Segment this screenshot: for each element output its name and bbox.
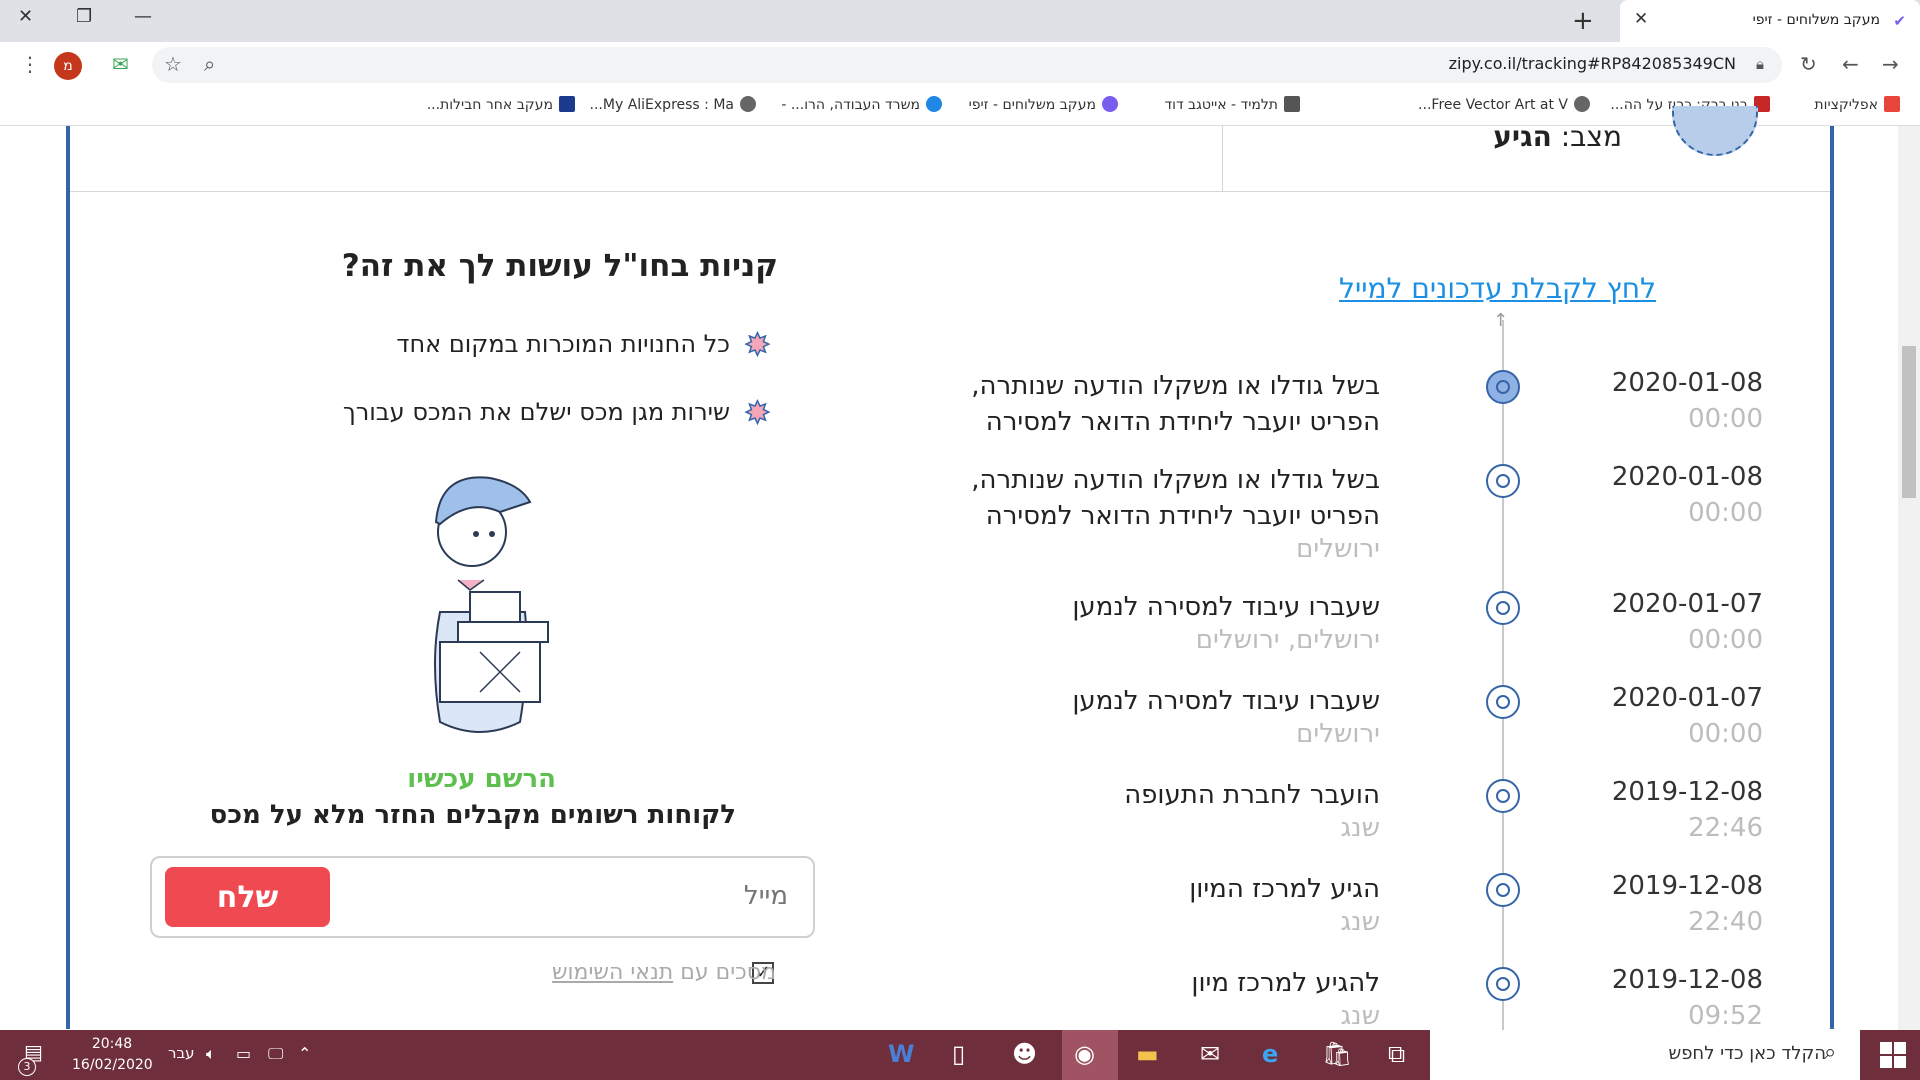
bookmark-item[interactable]: Free Vector Art at V... (1418, 96, 1590, 113)
register-now-title[interactable]: הרשם עכשיו (407, 764, 556, 794)
zoom-icon[interactable]: ⌕ (204, 52, 215, 76)
scrollbar-thumb[interactable] (1902, 346, 1916, 498)
event-time: 22:46 (1688, 813, 1763, 843)
event-location: ירושלים, ירושלים (1195, 625, 1380, 655)
tab-active[interactable]: ✔ מעקב משלוחים - זיפי ✕ (1620, 0, 1920, 42)
event-date: 2019-12-08 (1611, 965, 1763, 995)
terms-link[interactable]: תנאי השימוש (552, 960, 673, 985)
promo-item: ✸ שירות מגן מכס ישלם את המכס עבורך (342, 395, 771, 432)
file-explorer-icon[interactable]: ▬ (1136, 1040, 1159, 1068)
store-icon[interactable]: 🛍︎ (1322, 1040, 1352, 1068)
restore-window-icon[interactable]: ❐ (76, 6, 92, 27)
avatar[interactable]: מ (54, 52, 82, 80)
task-view-icon[interactable]: ⧉ (1388, 1040, 1405, 1068)
timeline-line (1502, 320, 1504, 1030)
event-location: שנג (1340, 813, 1380, 843)
zipy-favicon-icon: ✔ (1893, 12, 1906, 30)
event-time: 00:00 (1688, 404, 1763, 434)
tab-title: מעקב משלוחים - זיפי (1752, 12, 1880, 28)
notification-count-badge: 3 (18, 1058, 36, 1076)
reload-icon[interactable]: ↻ (1800, 52, 1817, 76)
event-description: שעברו עיבוד למסירה לנמען (1072, 592, 1380, 622)
email-updates-link[interactable]: לחץ לקבלת עדכונים למייל (1339, 272, 1656, 305)
close-tab-icon[interactable]: ✕ (1634, 9, 1648, 29)
app-icon[interactable]: ☻ (1012, 1040, 1037, 1068)
timeline-dot-icon (1486, 685, 1520, 719)
status-label: מצב: הגיע (1493, 120, 1622, 153)
chrome-icon[interactable]: ◉ (1074, 1040, 1095, 1068)
notepad-icon[interactable]: ▯ (952, 1040, 965, 1068)
event-time: 00:00 (1688, 498, 1763, 528)
windows-start-icon[interactable] (1880, 1042, 1906, 1068)
scrollbar[interactable] (1898, 126, 1920, 1030)
lock-icon[interactable]: 🔒︎ (1756, 55, 1764, 73)
forward-icon[interactable]: → (1882, 52, 1899, 76)
show-hidden-icons-icon[interactable]: ⌃ (298, 1044, 311, 1063)
battery-icon[interactable]: ▭ (236, 1044, 251, 1063)
event-location: ירושלים (1296, 534, 1380, 564)
clock[interactable]: 20:48 16/02/2020 (72, 1034, 153, 1076)
bookmark-apps[interactable]: אפליקציות (1814, 96, 1900, 113)
event-date: 2020-01-07 (1611, 683, 1763, 713)
courier-illustration (434, 476, 549, 733)
bookmark-item[interactable]: מעקב אחר חבילות... (427, 96, 575, 113)
star-badge-icon: ✸ (744, 327, 771, 364)
bookmark-item[interactable]: תלמיד - אייטגב דוד (1164, 96, 1300, 113)
close-window-icon[interactable]: ✕ (18, 6, 33, 27)
register-subtitle: לקוחות רשומים מקבלים החזר מלא על מכס (209, 800, 736, 830)
edge-icon[interactable]: e (1262, 1040, 1278, 1068)
promo-title: קניות בחו"ל עושות לך את זה? (341, 248, 778, 284)
menu-icon[interactable]: ⋮ (20, 52, 40, 76)
url-text[interactable]: zipy.co.il/tracking#RP842085349CN (1449, 54, 1736, 73)
event-description: שעברו עיבוד למסירה לנמען (1072, 686, 1380, 716)
word-icon[interactable]: W (888, 1040, 914, 1068)
event-date: 2019-12-08 (1611, 777, 1763, 807)
timeline-dot-icon (1486, 464, 1520, 498)
arrow-up-icon: ↑ (1493, 310, 1509, 331)
event-date: 2019-12-08 (1611, 871, 1763, 901)
event-description: הועבר לחברת התעופה (1124, 780, 1380, 810)
event-description: הגיע למרכז המיון (1189, 874, 1380, 904)
event-location: ירושלים (1296, 719, 1380, 749)
event-date: 2020-01-08 (1611, 462, 1763, 492)
search-placeholder: הקלד כאן כדי לחפש (1668, 1043, 1826, 1064)
event-time: 00:00 (1688, 719, 1763, 749)
event-time: 22:40 (1688, 907, 1763, 937)
email-input[interactable] (340, 870, 790, 922)
bookmark-item[interactable]: משרד העבודה, הרו... - (781, 96, 942, 113)
divider (1222, 126, 1223, 192)
extension-icon[interactable]: ✉ (112, 52, 129, 76)
terms-label: מסכים עם תנאי השימוש (551, 960, 776, 985)
volume-icon[interactable]: 🔈︎ (206, 1044, 216, 1064)
mail-icon[interactable]: ✉ (1200, 1040, 1220, 1068)
event-date: 2020-01-07 (1611, 589, 1763, 619)
event-time: 00:00 (1688, 625, 1763, 655)
network-icon[interactable]: 🖵 (268, 1044, 283, 1064)
event-location: שנג (1340, 907, 1380, 937)
back-icon[interactable]: ← (1842, 52, 1859, 76)
timeline-dot-icon (1486, 967, 1520, 1001)
promo-item: ✸ כל החנויות המוכרות במקום אחד (396, 327, 771, 364)
bookmark-item[interactable]: My AliExpress : Ma... (590, 96, 756, 113)
bookmark-star-icon[interactable]: ☆ (164, 52, 182, 76)
event-date: 2020-01-08 (1611, 368, 1763, 398)
minimize-window-icon[interactable]: — (134, 6, 152, 27)
timeline-dot-icon (1486, 370, 1520, 404)
event-location: שנג (1340, 1001, 1380, 1031)
bookmark-item[interactable]: מעקב משלוחים - זיפי (969, 96, 1118, 113)
new-tab-button[interactable]: + (1572, 6, 1594, 36)
event-description: בשל גודלו או משקלו הודעה שנותרה, הפריט י… (971, 465, 1380, 531)
send-button[interactable]: שלח (165, 867, 330, 927)
star-badge-icon: ✸ (744, 395, 771, 432)
event-description: בשל גודלו או משקלו הודעה שנותרה, הפריט י… (971, 371, 1380, 437)
event-time: 09:52 (1688, 1001, 1763, 1031)
timeline-dot-icon (1486, 779, 1520, 813)
timeline-dot-icon (1486, 591, 1520, 625)
event-description: להגיע למרכז מיון (1191, 968, 1380, 998)
language-indicator[interactable]: עבר (168, 1044, 195, 1062)
timeline-dot-icon (1486, 873, 1520, 907)
